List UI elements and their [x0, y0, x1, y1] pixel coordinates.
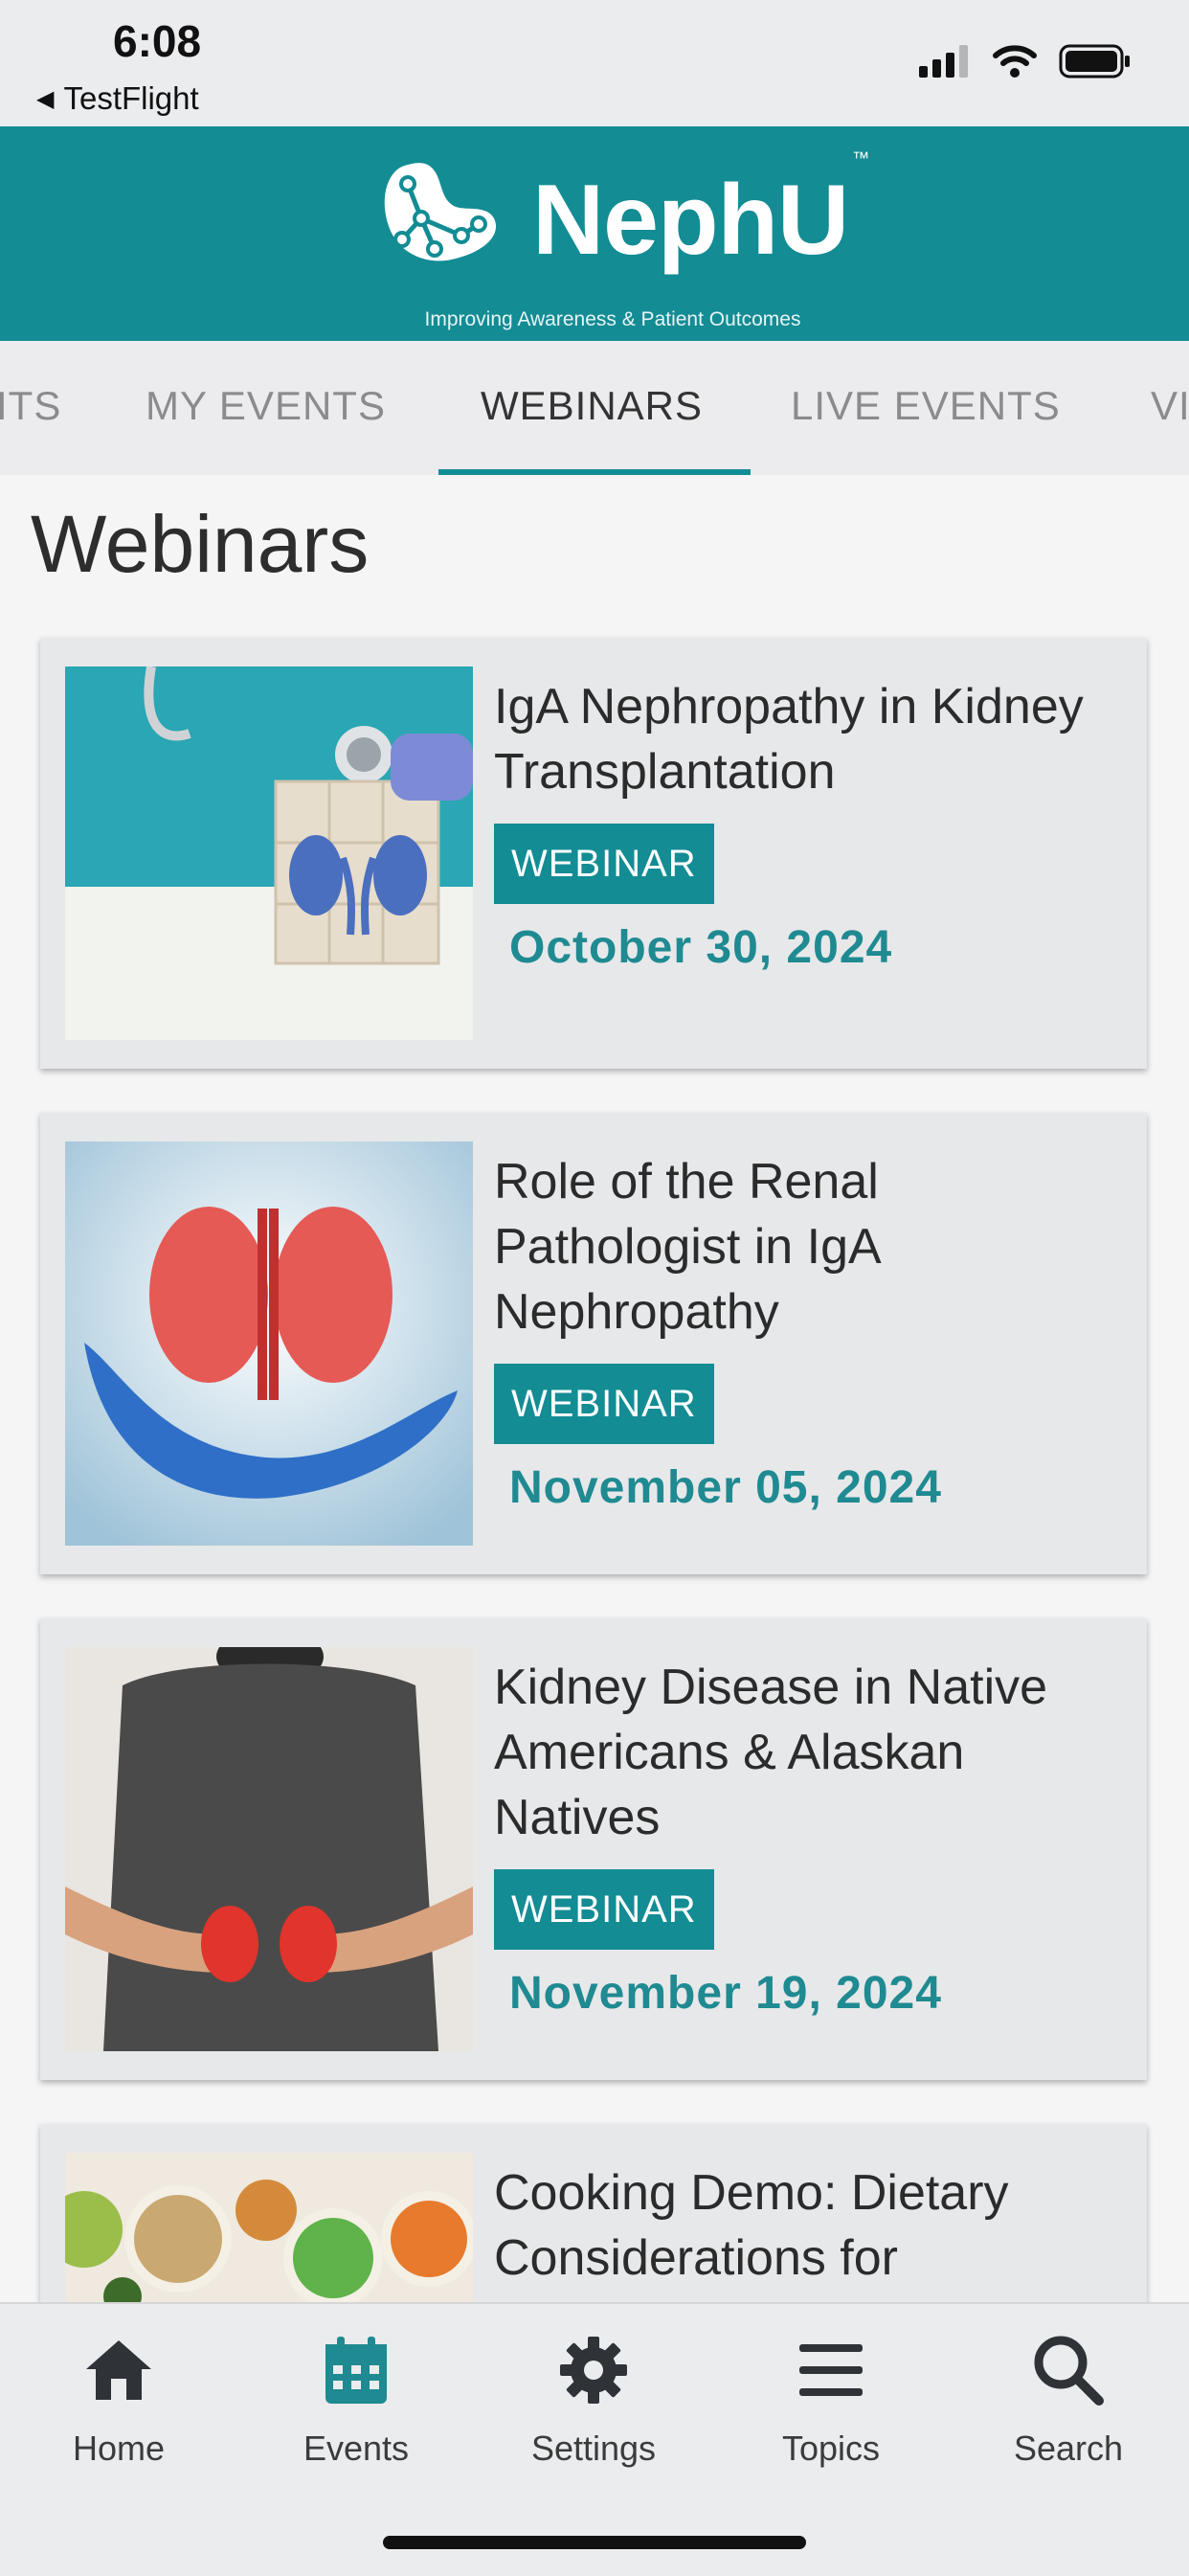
nav-settings[interactable]: Settings	[498, 2327, 689, 2469]
status-icons	[919, 44, 1132, 79]
nav-events[interactable]: Events	[260, 2327, 452, 2469]
nephu-logo: NephU™ Improving Awareness & Patient Out…	[379, 148, 877, 330]
webinar-title: Cooking Demo: Dietary Considerations for	[494, 2165, 1009, 2286]
webinar-card[interactable]: Kidney Disease in Native Americans & Ala…	[40, 1618, 1147, 2080]
home-icon	[86, 2340, 151, 2400]
webinar-thumbnail-kidney-blocks	[65, 667, 473, 1040]
active-tab-indicator	[438, 469, 751, 475]
brand-tagline: Improving Awareness & Patient Outcomes	[424, 308, 801, 330]
back-to-testflight[interactable]: ◀ TestFlight	[36, 80, 199, 117]
status-time: 6:08	[113, 16, 202, 66]
menu-icon	[799, 2344, 863, 2396]
back-triangle-icon: ◀	[36, 86, 55, 112]
battery-icon	[1059, 44, 1130, 79]
nav-topics-label: Topics	[781, 2429, 881, 2468]
webinar-title: IgA Nephropathy in Kidney Transplantatio…	[494, 679, 1084, 800]
webinar-date: November 05, 2024	[509, 1462, 942, 1513]
webinar-thumbnail-kidney-hologram	[65, 1141, 473, 1546]
nav-settings-label: Settings	[530, 2429, 657, 2468]
webinar-title: Kidney Disease in Native Americans & Ala…	[494, 1660, 1048, 1845]
tab-my-events[interactable]: MY EVENTS	[146, 383, 386, 429]
gear-icon	[560, 2337, 627, 2404]
nav-home-label: Home	[72, 2429, 166, 2468]
tab-webinars[interactable]: WEBINARS	[481, 383, 703, 429]
nav-home[interactable]: Home	[23, 2327, 214, 2469]
tab-events-partial[interactable]: ITS	[0, 383, 61, 429]
brand-name: NephU™	[532, 148, 869, 276]
nav-search[interactable]: Search	[973, 2327, 1164, 2469]
search-icon	[1034, 2336, 1104, 2406]
wifi-icon	[993, 45, 1037, 78]
page-title: Webinars	[31, 499, 370, 589]
nav-topics[interactable]: Topics	[735, 2327, 927, 2469]
webinar-thumbnail-back-pain	[65, 1647, 473, 2051]
home-indicator	[383, 2536, 806, 2549]
tab-live-events[interactable]: LIVE EVENTS	[791, 383, 1061, 429]
signal-icon	[919, 45, 968, 78]
nav-events-label: Events	[303, 2429, 410, 2468]
status-bar: 6:08 ◀ TestFlight	[0, 0, 1189, 126]
webinar-badge: WEBINAR	[494, 824, 714, 904]
webinar-card[interactable]: IgA Nephropathy in Kidney Transplantatio…	[40, 638, 1147, 1069]
nav-search-label: Search	[1013, 2429, 1124, 2468]
app-header: NephU™ Improving Awareness & Patient Out…	[0, 126, 1189, 341]
webinar-date: November 19, 2024	[509, 1968, 942, 2019]
webinar-date: October 30, 2024	[509, 922, 893, 973]
back-app-label: TestFlight	[63, 80, 199, 116]
trademark-mark: ™	[852, 148, 869, 169]
event-tabs: ITS MY EVENTS WEBINARS LIVE EVENTS VI	[0, 341, 1189, 475]
webinar-badge: WEBINAR	[494, 1869, 714, 1950]
webinar-title: Role of the Renal Pathologist in IgA Nep…	[494, 1154, 879, 1340]
tab-videos-partial[interactable]: VI	[1151, 383, 1189, 429]
webinar-badge: WEBINAR	[494, 1364, 714, 1444]
nephu-logo-mark-icon	[384, 163, 497, 261]
calendar-icon	[325, 2337, 387, 2404]
webinar-card[interactable]: Role of the Renal Pathologist in IgA Nep…	[40, 1113, 1147, 1574]
